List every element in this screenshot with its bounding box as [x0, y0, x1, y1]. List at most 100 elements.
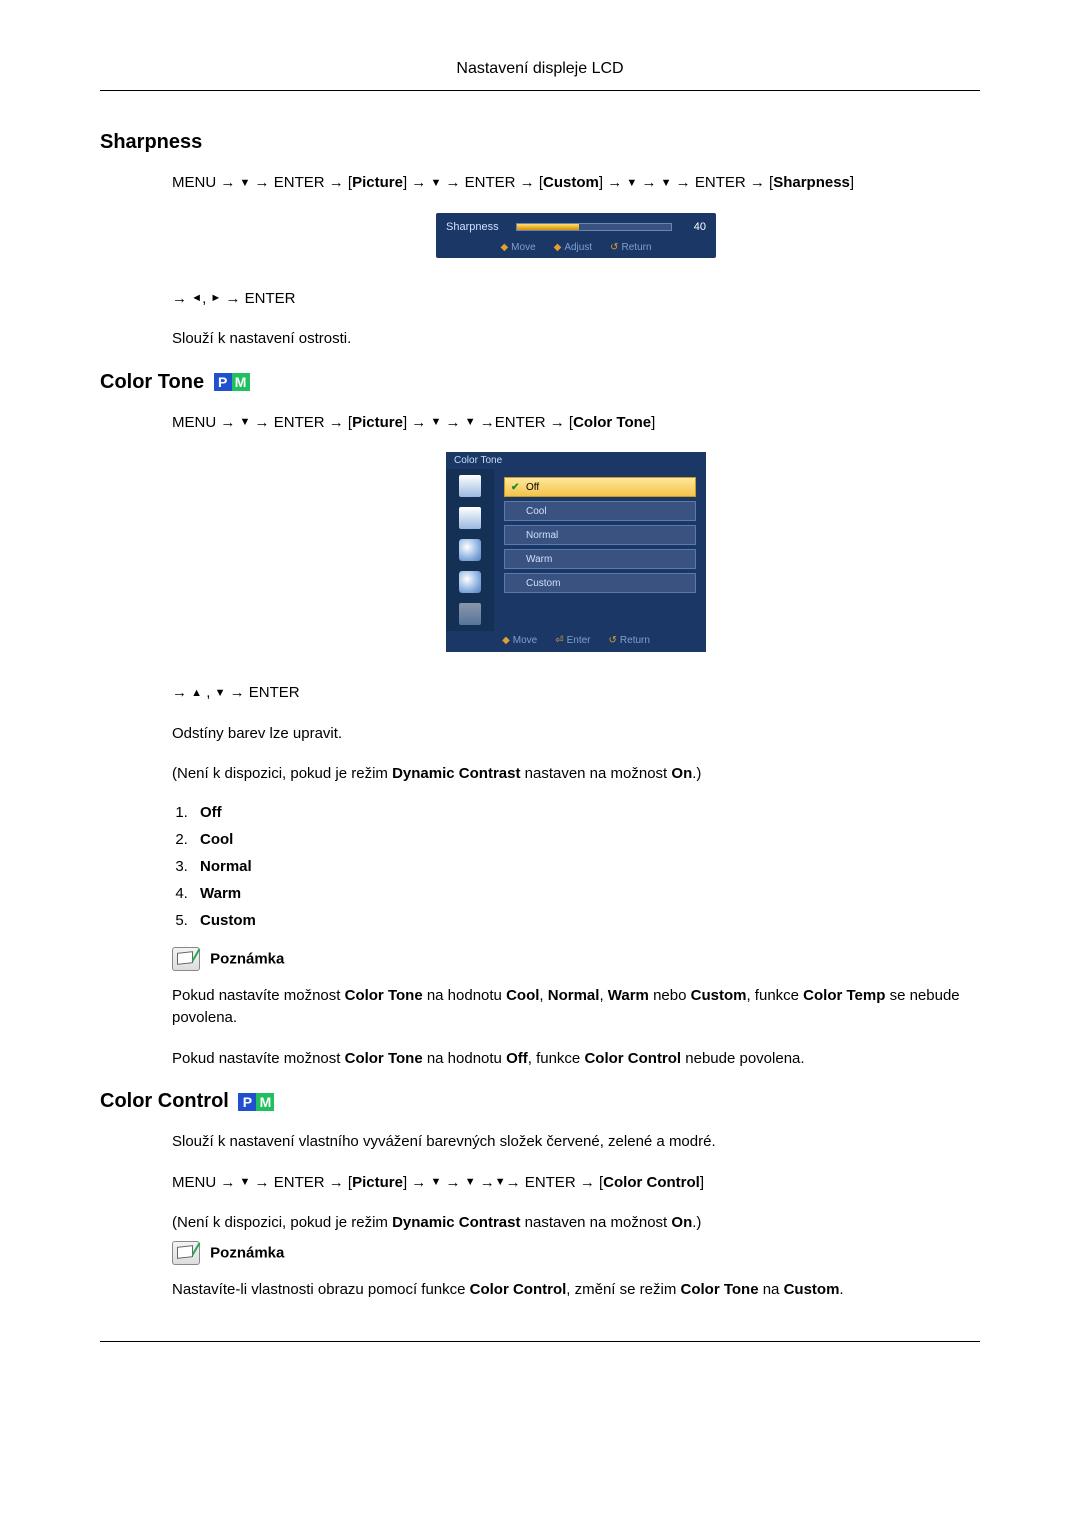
- text-on: On: [671, 1214, 692, 1231]
- return-icon: ↺: [610, 242, 618, 253]
- osd-hint-enter: ⏎Enter: [555, 635, 590, 646]
- text-picture: Picture: [352, 1174, 403, 1191]
- text-colorcontrol: Color Control: [603, 1174, 700, 1191]
- footer-rule: [100, 1341, 980, 1342]
- check-icon: ✔: [511, 482, 521, 493]
- osd-hint-adjust: ◆Adjust: [554, 242, 593, 253]
- text: → ENTER → [: [250, 174, 352, 191]
- osd-option-cool: Cool: [504, 501, 696, 521]
- down-icon: ▼: [430, 1174, 441, 1191]
- note-label: Poznámka: [210, 1244, 284, 1261]
- osd-tab-icon: [459, 571, 481, 593]
- osd-sharpness-label: Sharpness: [446, 221, 506, 233]
- text: (Není k dispozici, pokud je režim: [172, 765, 392, 782]
- return-icon: ↺: [609, 635, 617, 646]
- text-on: On: [671, 765, 692, 782]
- text: → ENTER → [: [250, 1174, 352, 1191]
- text: → ENTER → [: [672, 174, 774, 191]
- text: ] →: [403, 174, 431, 191]
- down-icon: ▼: [430, 414, 441, 431]
- colortone-option-list: Off Cool Normal Warm Custom: [192, 804, 980, 929]
- text: ] →: [599, 174, 627, 191]
- down-icon: ▼: [465, 1174, 476, 1191]
- section-title-colorcontrol: Color Control PM: [100, 1090, 980, 1113]
- osd-ct-list: ✔Off Cool Normal Warm Custom: [494, 469, 706, 631]
- diamond-icon: ◆: [554, 242, 562, 253]
- osd-colortone-widget: Color Tone ✔Off Cool Normal Warm Custom: [446, 452, 706, 652]
- sharpness-desc: Slouží k nastavení ostrosti.: [172, 328, 980, 351]
- enter-icon: ⏎: [555, 635, 563, 646]
- text: → ENTER → [: [250, 414, 352, 431]
- down-icon: ▼: [215, 685, 226, 702]
- colorcontrol-desc2: (Není k dispozici, pokud je režim Dynami…: [172, 1212, 980, 1235]
- arrow-icon: →: [480, 1174, 495, 1191]
- text: → ENTER: [221, 290, 295, 307]
- colortone-desc2: (Není k dispozici, pokud je režim Dynami…: [172, 763, 980, 786]
- sharpness-menu-path: MENU → ▼ → ENTER → [Picture] → ▼ → ENTER…: [172, 172, 980, 195]
- section-title-text: Color Tone: [100, 371, 204, 393]
- list-item: Custom: [192, 912, 980, 929]
- osd-ct-title: Color Tone: [446, 452, 706, 469]
- down-icon: ▼: [495, 1174, 506, 1191]
- down-icon: ▼: [240, 175, 251, 192]
- list-item: Warm: [192, 885, 980, 902]
- osd-sharpness-slider: [516, 223, 672, 231]
- list-item: Cool: [192, 831, 980, 848]
- text: MENU →: [172, 174, 240, 191]
- text: → ENTER → [: [441, 174, 543, 191]
- text-sharpness: Sharpness: [773, 174, 850, 191]
- arrow-icon: →: [172, 684, 187, 701]
- down-icon: ▼: [430, 175, 441, 192]
- down-icon: ▼: [240, 1174, 251, 1191]
- colortone-menu-path: MENU → ▼ → ENTER → [Picture] → ▼ → ▼ →EN…: [172, 412, 980, 435]
- note-icon: [172, 1241, 200, 1265]
- left-icon: ◄: [191, 290, 202, 307]
- note-label: Poznámka: [210, 950, 284, 967]
- section-title-colortone: Color Tone PM: [100, 371, 980, 394]
- note-heading: Poznámka: [172, 1241, 980, 1265]
- osd-sharpness-widget: Sharpness 40 ◆Move ◆Adjust ↺Return: [436, 213, 716, 258]
- page-header: Nastavení displeje LCD: [100, 60, 980, 91]
- osd-option-custom: Custom: [504, 573, 696, 593]
- diamond-icon: ◆: [502, 635, 510, 646]
- diamond-icon: ◆: [500, 242, 508, 253]
- text: ] →: [403, 1174, 431, 1191]
- pm-badge-icon: PM: [238, 1093, 274, 1111]
- osd-hint-return: ↺Return: [610, 242, 651, 253]
- colorcontrol-note-p: Nastavíte-li vlastnosti obrazu pomocí fu…: [172, 1279, 980, 1302]
- text: → ENTER: [225, 684, 299, 701]
- osd-tab-icon: [459, 507, 481, 529]
- text: (Není k dispozici, pokud je režim: [172, 1214, 392, 1231]
- osd-option-off: ✔Off: [504, 477, 696, 497]
- text-dynamic-contrast: Dynamic Contrast: [392, 765, 520, 782]
- text-picture: Picture: [352, 174, 403, 191]
- text: MENU →: [172, 414, 240, 431]
- text: .): [692, 765, 701, 782]
- osd-hint-move: ◆Move: [502, 635, 537, 646]
- down-icon: ▼: [661, 175, 672, 192]
- text: ]: [700, 1174, 704, 1191]
- text: .): [692, 1214, 701, 1231]
- colorcontrol-desc1: Slouží k nastavení vlastního vyvážení ba…: [172, 1131, 980, 1154]
- text: nastaven na možnost: [520, 1214, 671, 1231]
- colortone-note-p1: Pokud nastavíte možnost Color Tone na ho…: [172, 985, 980, 1030]
- up-icon: ▲: [191, 685, 202, 702]
- text: ]: [651, 414, 655, 431]
- osd-option-warm: Warm: [504, 549, 696, 569]
- list-item: Normal: [192, 858, 980, 875]
- down-icon: ▼: [626, 175, 637, 192]
- osd-option-normal: Normal: [504, 525, 696, 545]
- section-title-sharpness: Sharpness: [100, 131, 980, 154]
- sharpness-arrow-line: → ◄, ► → ENTER: [172, 288, 980, 311]
- text: MENU →: [172, 1174, 240, 1191]
- down-icon: ▼: [240, 414, 251, 431]
- text-dynamic-contrast: Dynamic Contrast: [392, 1214, 520, 1231]
- list-item: Off: [192, 804, 980, 821]
- down-icon: ▼: [465, 414, 476, 431]
- text-picture: Picture: [352, 414, 403, 431]
- pm-badge-icon: PM: [214, 373, 250, 391]
- text: nastaven na možnost: [520, 765, 671, 782]
- osd-tab-icon: [459, 475, 481, 497]
- right-icon: ►: [210, 290, 221, 307]
- text: ] →: [403, 414, 431, 431]
